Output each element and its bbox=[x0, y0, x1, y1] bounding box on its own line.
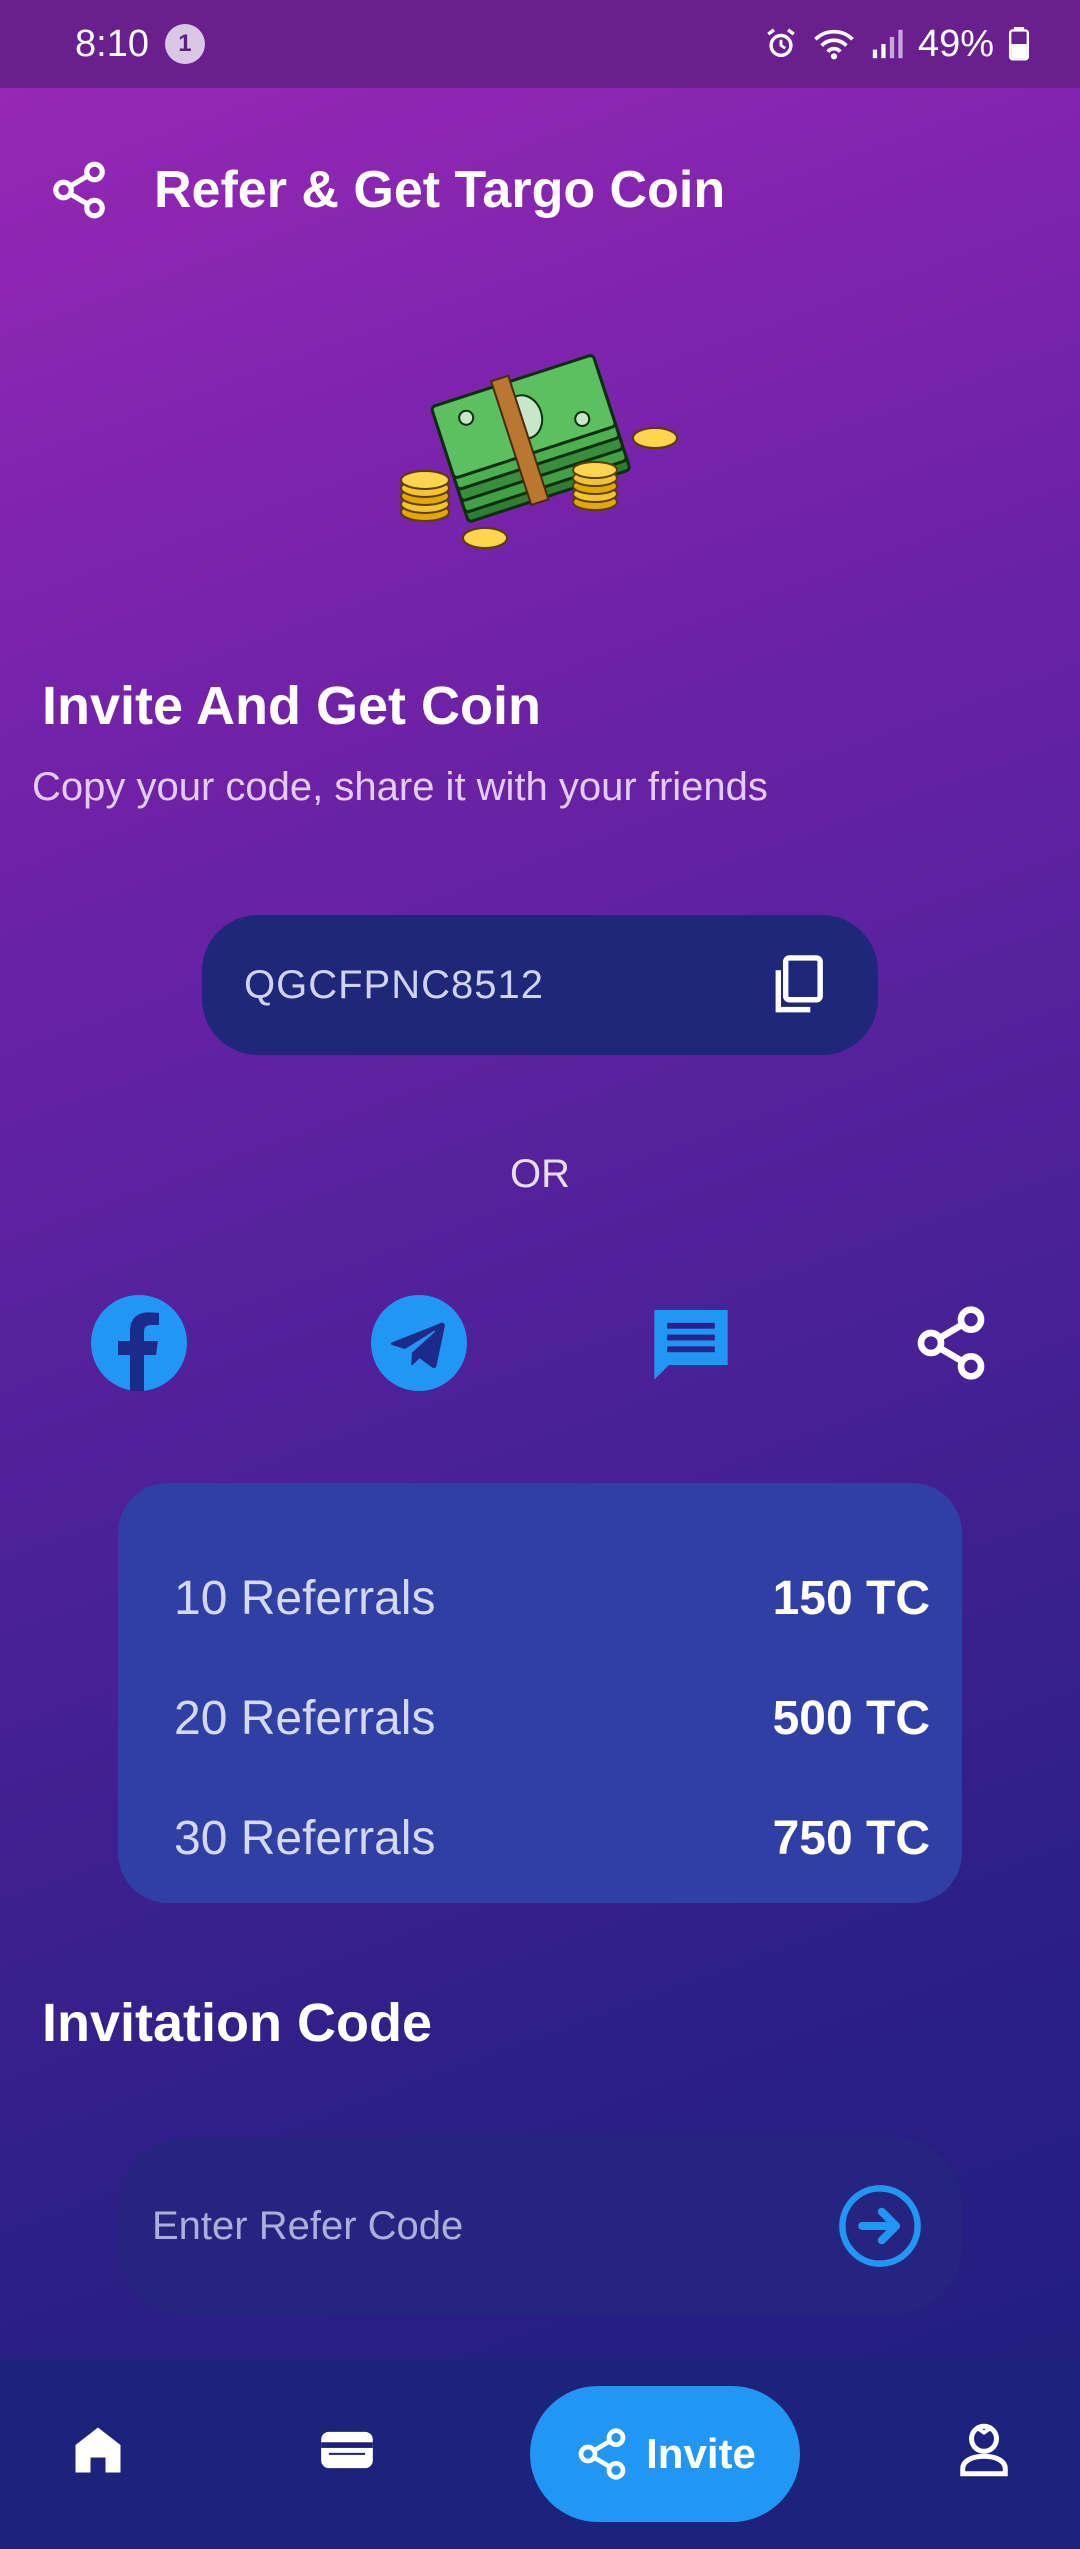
rewards-card: 10 Referrals 150 TC 20 Referrals 500 TC … bbox=[118, 1483, 962, 1903]
profile-icon bbox=[960, 2423, 1008, 2477]
invite-subtitle: Copy your code, share it with your frien… bbox=[32, 765, 768, 809]
referral-code: QGCFPNC8512 bbox=[244, 962, 544, 1007]
telegram-icon bbox=[371, 1295, 467, 1391]
battery-text: 49% bbox=[917, 22, 994, 65]
app-header: Refer & Get Targo Coin bbox=[0, 150, 1080, 230]
refer-code-box bbox=[118, 2137, 962, 2315]
notification-badge: 1 bbox=[164, 24, 205, 64]
share-icon[interactable] bbox=[48, 159, 110, 221]
copy-icon[interactable] bbox=[768, 953, 828, 1017]
battery-icon bbox=[1008, 27, 1030, 61]
nav-home[interactable] bbox=[58, 2410, 138, 2490]
nav-wallet[interactable] bbox=[307, 2410, 387, 2490]
refer-code-input[interactable] bbox=[152, 2203, 752, 2249]
status-bar: 8:10 1 49% bbox=[0, 0, 1080, 88]
nav-invite[interactable]: Invite bbox=[530, 2386, 800, 2522]
wallet-icon bbox=[321, 2431, 373, 2469]
nav-invite-label: Invite bbox=[646, 2430, 756, 2477]
reward-row: 10 Referrals 150 TC bbox=[174, 1538, 930, 1658]
facebook-share-button[interactable] bbox=[91, 1295, 187, 1391]
or-divider: OR bbox=[510, 1152, 570, 1196]
status-time: 8:10 bbox=[75, 22, 149, 65]
reward-value: 750 TC bbox=[772, 1811, 930, 1865]
status-right: 49% bbox=[764, 23, 1030, 66]
nav-profile[interactable] bbox=[944, 2410, 1024, 2490]
reward-row: 30 Referrals 750 TC bbox=[174, 1778, 930, 1898]
invitation-code-title: Invitation Code bbox=[42, 1993, 432, 2053]
telegram-share-button[interactable] bbox=[371, 1295, 467, 1391]
social-share-row bbox=[0, 1295, 1080, 1395]
wifi-icon bbox=[814, 29, 854, 60]
bottom-nav: Invite bbox=[0, 2360, 1080, 2549]
reward-row: 20 Referrals 500 TC bbox=[174, 1658, 930, 1778]
reward-label: 10 Referrals bbox=[174, 1571, 436, 1625]
reward-label: 30 Referrals bbox=[174, 1811, 436, 1865]
reward-value: 500 TC bbox=[772, 1691, 930, 1745]
home-icon bbox=[75, 2427, 121, 2473]
facebook-icon bbox=[91, 1295, 187, 1391]
referral-code-box: QGCFPNC8512 bbox=[202, 915, 878, 1055]
status-left: 8:10 1 bbox=[75, 23, 205, 66]
arrow-right-circle-icon bbox=[839, 2185, 921, 2267]
more-share-button[interactable] bbox=[903, 1295, 999, 1391]
submit-refer-code-button[interactable] bbox=[836, 2182, 924, 2270]
invite-title: Invite And Get Coin bbox=[42, 676, 541, 736]
signal-icon bbox=[872, 29, 903, 59]
reward-value: 150 TC bbox=[772, 1571, 930, 1625]
money-illustration bbox=[400, 354, 678, 549]
alarm-icon bbox=[767, 28, 795, 58]
page-title: Refer & Get Targo Coin bbox=[154, 161, 726, 219]
reward-label: 20 Referrals bbox=[174, 1691, 436, 1745]
message-share-button[interactable] bbox=[643, 1295, 739, 1391]
message-icon bbox=[654, 1310, 728, 1380]
share-icon bbox=[917, 1306, 985, 1380]
share-icon bbox=[578, 2428, 626, 2480]
